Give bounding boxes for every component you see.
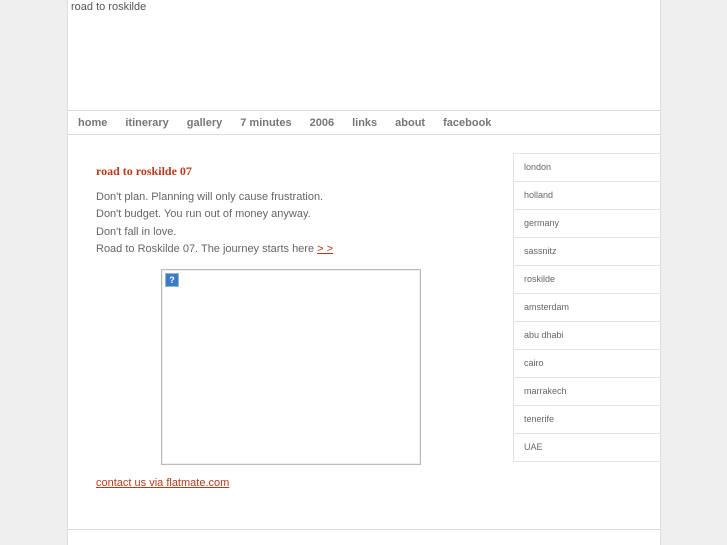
page: road to roskilde home itinerary gallery … xyxy=(67,0,661,545)
nav-itinerary[interactable]: itinerary xyxy=(125,117,168,129)
journey-link[interactable]: > > xyxy=(317,243,333,255)
contact-link[interactable]: contact us via flatmate.com xyxy=(96,477,229,489)
sidebar-item-holland[interactable]: holland xyxy=(514,182,661,210)
nav-about[interactable]: about xyxy=(395,117,425,129)
sidebar-item-amsterdam[interactable]: amsterdam xyxy=(514,294,661,322)
nav-7-minutes[interactable]: 7 minutes xyxy=(240,117,291,129)
intro-text: Don't plan. Planning will only cause fru… xyxy=(96,189,333,258)
sidebar-item-cairo[interactable]: cairo xyxy=(514,350,661,378)
site-title: road to roskilde xyxy=(71,1,147,13)
page-heading: road to roskilde 07 xyxy=(96,164,192,178)
nav-home[interactable]: home xyxy=(78,117,107,129)
sidebar-item-germany[interactable]: germany xyxy=(514,210,661,238)
footer-divider xyxy=(68,529,660,530)
intro-line-text: Road to Roskilde 07. The journey starts … xyxy=(96,242,318,255)
broken-image-icon: ? xyxy=(165,273,179,287)
sidebar-item-abu-dhabi[interactable]: abu dhabi xyxy=(514,322,661,350)
nav-links[interactable]: links xyxy=(352,117,377,129)
sidebar-item-london[interactable]: london xyxy=(514,154,661,182)
nav-facebook[interactable]: facebook xyxy=(443,117,491,129)
nav-gallery[interactable]: gallery xyxy=(187,117,222,129)
sidebar-item-sassnitz[interactable]: sassnitz xyxy=(514,238,661,266)
sidebar-item-marrakech[interactable]: marrakech xyxy=(514,378,661,406)
sidebar-item-tenerife[interactable]: tenerife xyxy=(514,406,661,434)
intro-line: Don't plan. Planning will only cause fru… xyxy=(96,191,324,203)
sidebar-menu: london holland germany sassnitz roskilde… xyxy=(513,153,661,462)
sidebar-item-roskilde[interactable]: roskilde xyxy=(514,266,661,294)
intro-line: Don't fall in love. xyxy=(96,225,177,238)
sidebar-item-uae[interactable]: UAE xyxy=(514,434,661,462)
main-nav: home itinerary gallery 7 minutes 2006 li… xyxy=(68,110,660,135)
embedded-media[interactable]: ? xyxy=(161,269,421,465)
intro-line: Road to Roskilde 07. The journey starts … xyxy=(96,241,333,258)
nav-2006[interactable]: 2006 xyxy=(310,117,334,129)
intro-line: Don't budget. You run out of money anywa… xyxy=(96,208,311,221)
